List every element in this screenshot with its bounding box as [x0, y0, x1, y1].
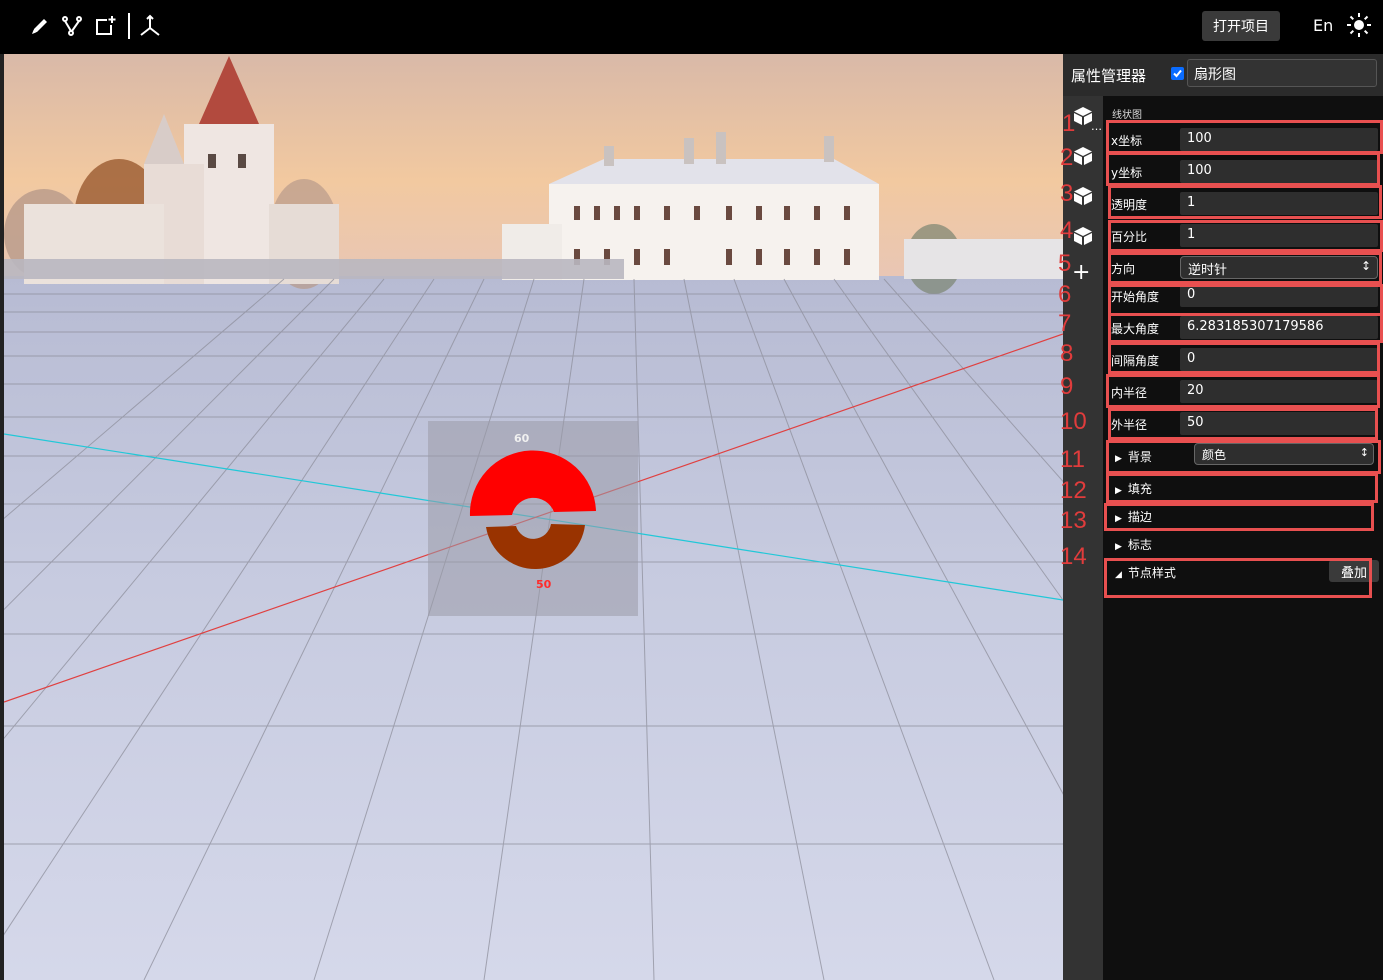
- scene-viewport[interactable]: 60 50: [4, 54, 1063, 980]
- annotation-number: 11: [1060, 446, 1085, 473]
- add-icon[interactable]: +: [1072, 262, 1090, 284]
- annotation-box-5: [1108, 252, 1382, 284]
- cube-icon[interactable]: [1073, 186, 1093, 206]
- annotation-box-11: [1106, 440, 1381, 474]
- annotation-number: 12: [1060, 477, 1087, 504]
- annotation-box-3: [1108, 185, 1382, 219]
- top-toolbar: 打开项目 En: [0, 0, 1383, 54]
- cube-icon[interactable]: [1073, 146, 1093, 166]
- annotation-box-7: [1108, 313, 1383, 343]
- annotation-box-14: [1104, 558, 1372, 598]
- chart-label-top: 60: [514, 432, 530, 445]
- triangle-right-icon: ▶: [1115, 542, 1122, 552]
- annotation-number: 10: [1060, 408, 1087, 435]
- enabled-checkbox[interactable]: [1171, 67, 1184, 80]
- annotation-number: 1: [1062, 110, 1076, 137]
- annotation-box-8: [1108, 342, 1380, 374]
- annotation-number: 13: [1060, 507, 1087, 534]
- branch-icon[interactable]: [59, 12, 85, 40]
- section-title: 线状图: [1112, 110, 1142, 121]
- annotation-number: 9: [1060, 373, 1074, 400]
- chart-label-bottom: 50: [536, 578, 552, 591]
- group-marker-label: 标志: [1127, 538, 1152, 552]
- chart-background[interactable]: [428, 421, 638, 616]
- annotation-box-13: [1104, 503, 1374, 531]
- language-toggle[interactable]: En: [1313, 16, 1333, 35]
- annotation-box-10: [1108, 408, 1378, 440]
- panel-title: 属性管理器: [1071, 67, 1147, 85]
- open-project-button[interactable]: 打开项目: [1202, 11, 1280, 41]
- annotation-number: 5: [1058, 250, 1072, 277]
- annotation-box-1: [1106, 120, 1383, 154]
- more-icon[interactable]: …: [1091, 120, 1102, 133]
- property-panel-header: 属性管理器 扇形图: [1063, 54, 1383, 96]
- add-frame-icon[interactable]: [92, 12, 118, 40]
- annotation-number: 14: [1060, 543, 1087, 570]
- cube-icon[interactable]: [1073, 226, 1093, 246]
- annotation-number: 3: [1060, 180, 1074, 207]
- annotation-number: 6: [1058, 281, 1072, 308]
- annotation-number: 7: [1058, 310, 1072, 337]
- annotation-box-6: [1108, 284, 1383, 316]
- sun-icon[interactable]: [1346, 12, 1372, 40]
- annotation-number: 4: [1060, 217, 1074, 244]
- component-name-field[interactable]: 扇形图: [1187, 59, 1377, 87]
- group-marker[interactable]: ▶ 标志: [1115, 536, 1152, 553]
- annotation-box-2: [1106, 152, 1380, 186]
- axes-icon[interactable]: [137, 12, 163, 40]
- annotation-box-12: [1106, 473, 1378, 503]
- annotation-number: 8: [1060, 340, 1074, 367]
- pencil-icon[interactable]: [27, 12, 53, 40]
- annotation-number: 2: [1060, 144, 1074, 171]
- annotation-box-4: [1108, 220, 1383, 252]
- cube-icon[interactable]: [1073, 106, 1093, 126]
- annotation-box-9: [1106, 374, 1380, 408]
- scene-canvas: [4, 54, 1063, 980]
- toolbar-separator: [128, 13, 130, 39]
